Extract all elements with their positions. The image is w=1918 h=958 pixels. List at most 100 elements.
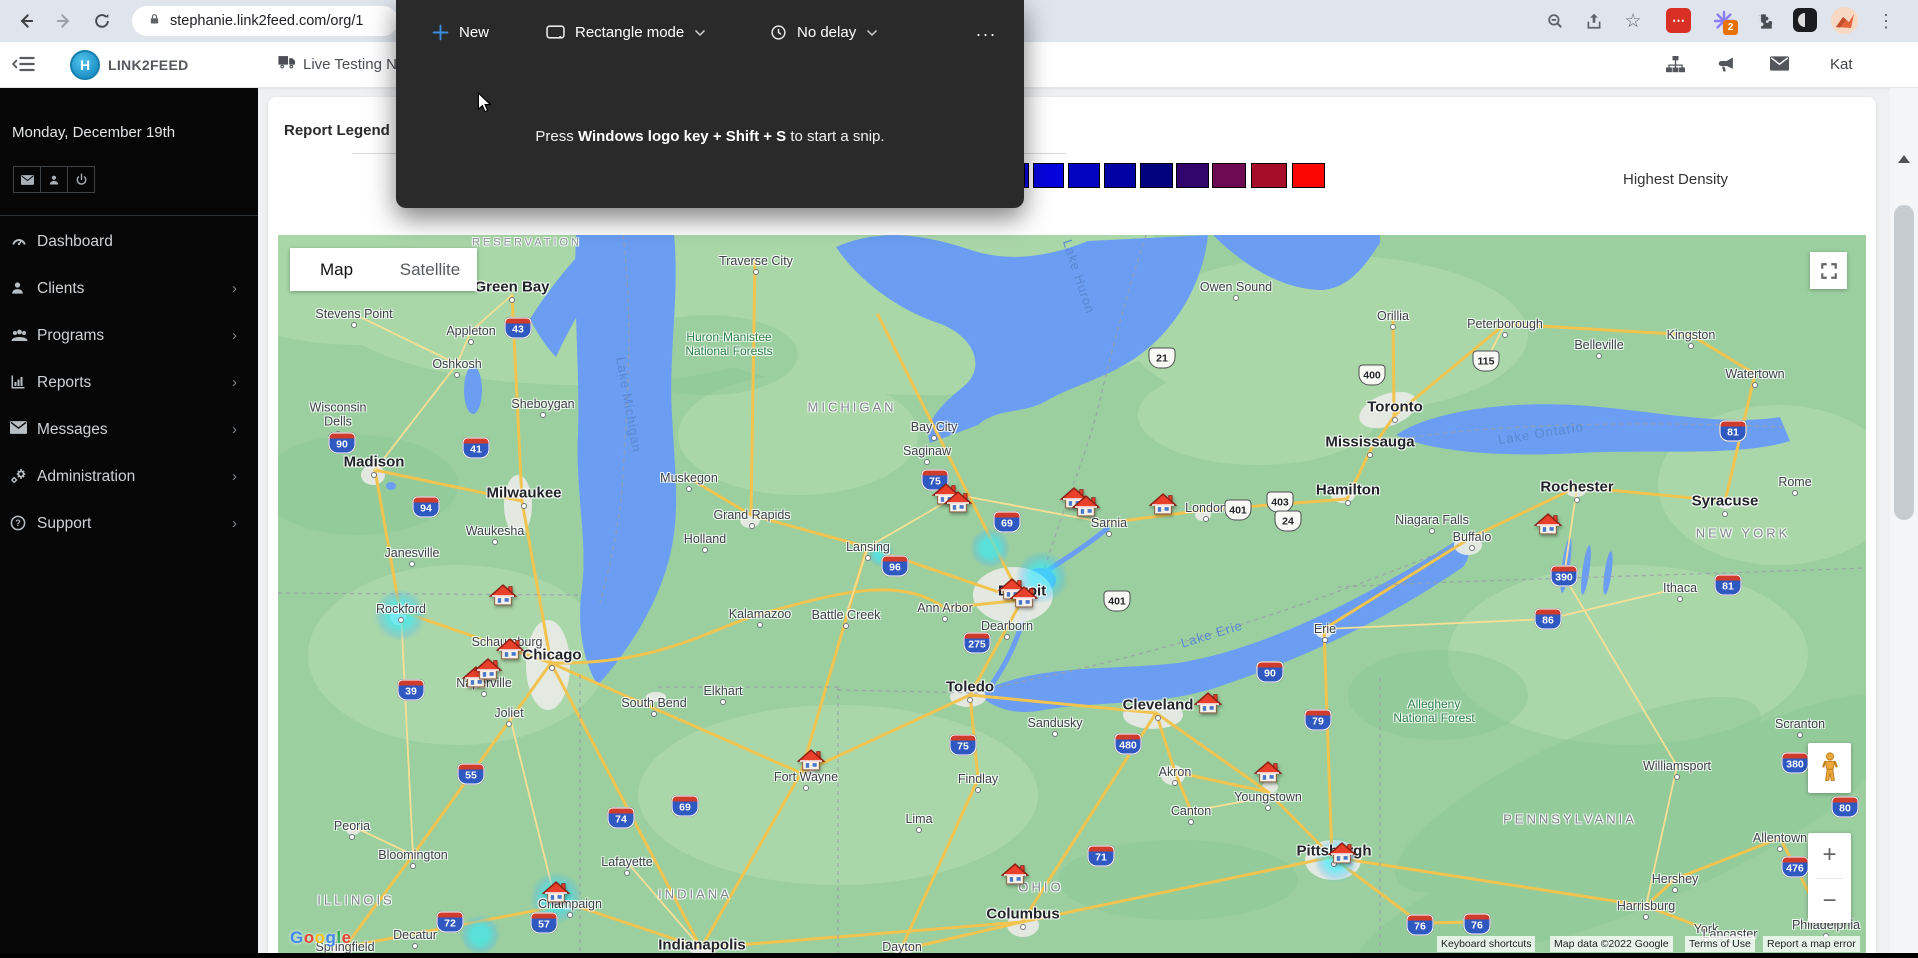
house-marker[interactable] bbox=[1001, 862, 1029, 887]
sitemap-icon[interactable] bbox=[1666, 56, 1686, 74]
sidebar-item-reports[interactable]: Reports› bbox=[0, 359, 258, 406]
megaphone-icon[interactable] bbox=[1716, 56, 1736, 74]
sidebar-item-programs[interactable]: Programs› bbox=[0, 312, 258, 359]
sidebar-item-label: Reports bbox=[37, 374, 91, 392]
sidebar-nav: DashboardClients›Programs›Reports›Messag… bbox=[0, 218, 258, 547]
profile-avatar[interactable] bbox=[1831, 7, 1858, 34]
snip-new-button[interactable]: New bbox=[432, 24, 489, 41]
legend-swatch-5 bbox=[1176, 163, 1209, 188]
mail-icon[interactable] bbox=[1770, 56, 1790, 74]
density-map[interactable]: RESERVATIONMICHIGANILLINOISINDIANAOHIOPE… bbox=[278, 235, 1866, 953]
share-icon[interactable] bbox=[1582, 9, 1606, 33]
users-icon bbox=[10, 327, 32, 345]
sidebar-item-label: Programs bbox=[37, 327, 104, 345]
sidebar-divider bbox=[0, 215, 258, 216]
house-marker[interactable] bbox=[1010, 585, 1038, 610]
attribution-report-a-map-error[interactable]: Report a map error bbox=[1763, 936, 1860, 952]
sidebar-item-support[interactable]: ?Support› bbox=[0, 500, 258, 547]
snip-mode-dropdown[interactable]: Rectangle mode bbox=[546, 24, 706, 41]
map-type-control: Map Satellite bbox=[290, 248, 477, 291]
fullscreen-button[interactable] bbox=[1810, 252, 1847, 289]
house-marker[interactable] bbox=[1072, 494, 1100, 519]
truck-icon bbox=[278, 55, 296, 74]
gauge-icon bbox=[10, 233, 32, 251]
sidebar-item-label: Administration bbox=[37, 468, 135, 486]
sidebar-item-administration[interactable]: Administration› bbox=[0, 453, 258, 500]
password-extension-icon[interactable]: ⋯ bbox=[1666, 8, 1691, 33]
chart-icon bbox=[10, 374, 32, 392]
snipping-tool-panel: New Rectangle mode No delay ... Press Wi… bbox=[396, 0, 1024, 208]
attribution-keyboard-shortcuts[interactable]: Keyboard shortcuts bbox=[1437, 936, 1535, 952]
attribution-map-data-2022-google[interactable]: Map data ©2022 Google bbox=[1550, 936, 1673, 952]
sidebar-collapse-icon[interactable] bbox=[12, 54, 36, 79]
map-view-button[interactable]: Map bbox=[290, 260, 383, 280]
chevron-down-icon bbox=[694, 28, 706, 37]
network-selector[interactable]: Live Testing Net bbox=[278, 55, 409, 74]
forward-icon[interactable] bbox=[52, 9, 76, 33]
zoom-in-button[interactable]: + bbox=[1808, 833, 1851, 878]
back-icon[interactable] bbox=[14, 9, 38, 33]
chevron-right-icon: › bbox=[232, 280, 237, 297]
house-marker[interactable] bbox=[489, 583, 517, 608]
house-marker[interactable] bbox=[1194, 691, 1222, 716]
rectangle-mode-icon bbox=[546, 25, 565, 40]
snip-hint-text: Press Windows logo key + Shift + S to st… bbox=[396, 128, 1024, 145]
legend-swatch-8 bbox=[1292, 163, 1325, 188]
address-bar[interactable]: stephanie.link2feed.com/org/1 bbox=[132, 6, 398, 36]
envelope-icon bbox=[10, 421, 32, 439]
zoom-page-icon[interactable] bbox=[1543, 9, 1567, 33]
user-menu[interactable]: Kat bbox=[1830, 56, 1853, 73]
extensions-puzzle-icon[interactable] bbox=[1751, 9, 1775, 33]
profile-quick-icon[interactable] bbox=[40, 166, 68, 193]
window-bottom-edge bbox=[0, 953, 1918, 958]
house-marker[interactable] bbox=[1534, 512, 1562, 537]
bookmark-star-icon[interactable]: ☆ bbox=[1621, 9, 1645, 33]
url-text: stephanie.link2feed.com/org/1 bbox=[170, 13, 363, 29]
logout-power-icon[interactable] bbox=[67, 166, 95, 193]
house-marker[interactable] bbox=[474, 657, 502, 682]
legend-highest-label: Highest Density bbox=[1623, 171, 1728, 188]
link2feed-logo[interactable]: H bbox=[70, 50, 100, 80]
house-marker[interactable] bbox=[1149, 492, 1177, 517]
sidebar: Monday, December 19th DashboardClients›P… bbox=[0, 88, 258, 953]
browser-menu-kebab-icon[interactable]: ⋮ bbox=[1874, 9, 1898, 33]
lock-icon bbox=[148, 12, 161, 31]
satellite-view-button[interactable]: Satellite bbox=[383, 260, 477, 280]
reload-icon[interactable] bbox=[90, 9, 114, 33]
sidebar-item-messages[interactable]: Messages› bbox=[0, 406, 258, 453]
brand-name: LINK2FEED bbox=[108, 57, 189, 73]
map-zoom-control: + − bbox=[1808, 833, 1851, 923]
legend-swatch-0 bbox=[1024, 163, 1029, 188]
legend-swatch-6 bbox=[1212, 163, 1246, 188]
page-scrollbar-thumb[interactable] bbox=[1894, 205, 1914, 520]
zoom-out-button[interactable]: − bbox=[1808, 879, 1851, 924]
legend-swatch-1 bbox=[1033, 163, 1064, 188]
sidebar-item-dashboard[interactable]: Dashboard bbox=[0, 218, 258, 265]
network-name: Live Testing Net bbox=[303, 56, 409, 73]
snip-more-button[interactable]: ... bbox=[976, 20, 997, 41]
sidebar-item-label: Messages bbox=[37, 421, 108, 439]
cogs-icon bbox=[10, 468, 32, 486]
house-marker[interactable] bbox=[1254, 760, 1282, 785]
snip-delay-dropdown[interactable]: No delay bbox=[770, 24, 878, 41]
legend-swatch-4 bbox=[1140, 163, 1173, 188]
legend-title: Report Legend bbox=[284, 122, 390, 139]
pegman-button[interactable] bbox=[1808, 743, 1851, 793]
sidebar-item-label: Support bbox=[37, 515, 91, 533]
sidebar-item-label: Dashboard bbox=[37, 233, 113, 251]
dark-extension-icon[interactable] bbox=[1793, 8, 1817, 32]
house-marker[interactable] bbox=[1328, 841, 1356, 866]
attribution-terms-of-use[interactable]: Terms of Use bbox=[1685, 936, 1755, 952]
house-marker[interactable] bbox=[542, 880, 570, 905]
scrollbar-up-arrow[interactable] bbox=[1898, 155, 1910, 163]
extension-badge: 2 bbox=[1723, 20, 1738, 35]
clock-icon bbox=[770, 24, 787, 41]
house-marker[interactable] bbox=[797, 748, 825, 773]
sidebar-item-clients[interactable]: Clients› bbox=[0, 265, 258, 312]
house-marker[interactable] bbox=[944, 490, 972, 515]
logo-letter: H bbox=[80, 57, 90, 73]
sidebar-date: Monday, December 19th bbox=[12, 124, 175, 141]
chevron-down-icon bbox=[866, 28, 878, 37]
mail-quick-icon[interactable] bbox=[13, 166, 41, 193]
plus-icon bbox=[432, 24, 449, 41]
